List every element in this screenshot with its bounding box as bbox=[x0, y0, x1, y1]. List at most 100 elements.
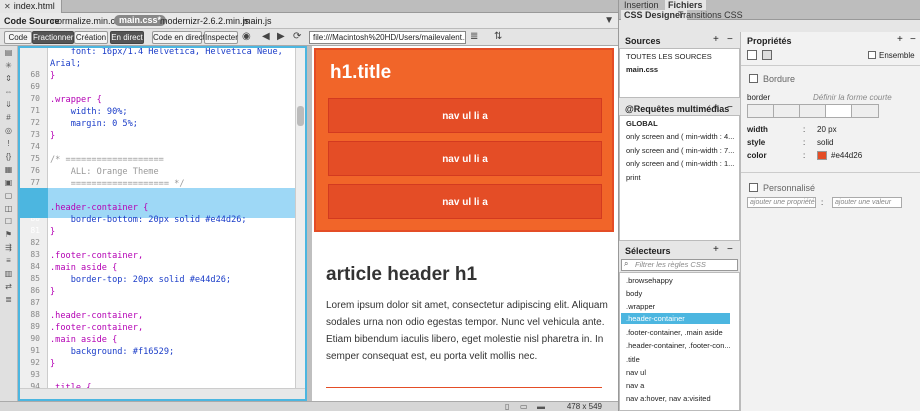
add-media-icon[interactable]: + bbox=[713, 102, 719, 113]
remove-property-icon[interactable]: − bbox=[910, 34, 916, 45]
border-all-icon[interactable] bbox=[748, 105, 774, 117]
add-value-field[interactable]: ajouter une valeur bbox=[832, 197, 902, 208]
add-selector-icon[interactable]: + bbox=[713, 244, 719, 255]
balance-braces-icon[interactable]: ⇓ bbox=[0, 100, 17, 111]
border-right-icon[interactable] bbox=[800, 105, 826, 117]
sort-arrows-icon[interactable]: ⇅ bbox=[494, 30, 502, 44]
code-line[interactable]: } bbox=[50, 226, 55, 238]
media-query-item[interactable]: only screen and ( min-width : 7... bbox=[626, 146, 734, 155]
collapse-tag-icon[interactable]: ✳ bbox=[0, 61, 17, 72]
selector-item[interactable]: nav ul bbox=[626, 368, 646, 377]
expand-all-icon[interactable]: ⇕ bbox=[0, 74, 17, 85]
selector-item[interactable]: .footer-container, .main aside bbox=[626, 328, 723, 337]
wrap-tag-icon[interactable]: ▢ bbox=[0, 191, 17, 202]
show-set-checkbox[interactable] bbox=[868, 51, 876, 59]
header-container[interactable]: h1.title nav ul li a nav ul li a nav ul … bbox=[314, 48, 614, 232]
code-line[interactable]: background: #f16529; bbox=[50, 346, 175, 358]
indent-icon[interactable]: ⚑ bbox=[0, 230, 17, 241]
code-line[interactable]: } bbox=[50, 130, 55, 142]
source-all[interactable]: TOUTES LES SOURCES bbox=[626, 52, 712, 61]
code-line[interactable]: ALL: Orange Theme bbox=[50, 166, 159, 178]
apply-comment-icon[interactable]: ▦ bbox=[0, 165, 17, 176]
mobile-size-icon[interactable]: ▯ bbox=[505, 402, 509, 411]
selector-item-selected[interactable]: .header-container bbox=[621, 313, 730, 324]
add-property-icon[interactable]: + bbox=[897, 34, 903, 45]
syntax-error-icon[interactable]: ! bbox=[0, 139, 17, 150]
remove-selector-icon[interactable]: − bbox=[727, 244, 733, 255]
code-line[interactable]: width: 90%; bbox=[50, 106, 128, 118]
move-css-icon[interactable]: ☐ bbox=[0, 217, 17, 228]
tab-insertion[interactable]: Insertion bbox=[621, 0, 662, 10]
document-tab[interactable]: ✕ index.html bbox=[0, 0, 62, 13]
code-line[interactable]: } bbox=[50, 358, 55, 370]
media-query-item[interactable]: only screen and ( min-width : 4... bbox=[626, 132, 734, 141]
live-options-icon[interactable]: ≣ bbox=[470, 30, 478, 44]
live-view-button[interactable]: En direct bbox=[110, 31, 144, 44]
remove-source-icon[interactable]: − bbox=[727, 34, 733, 45]
code-line[interactable]: /* =================== bbox=[50, 154, 164, 166]
border-left-icon[interactable] bbox=[852, 105, 878, 117]
selector-item[interactable]: nav a bbox=[626, 381, 644, 390]
border-top-icon[interactable] bbox=[774, 105, 800, 117]
close-tab-icon[interactable]: ✕ bbox=[4, 2, 11, 11]
tablet-size-icon[interactable]: ▭ bbox=[520, 402, 528, 411]
style-value[interactable]: solid bbox=[817, 138, 833, 147]
width-value[interactable]: 20 px bbox=[817, 125, 837, 134]
related-file-main-js[interactable]: main.js bbox=[243, 13, 272, 29]
selector-item[interactable]: .wrapper bbox=[626, 302, 655, 311]
more-tools-icon[interactable]: ⇄ bbox=[0, 282, 17, 293]
selector-item[interactable]: .header-container, .footer-con... bbox=[626, 341, 731, 350]
code-horizontal-scrollbar[interactable] bbox=[20, 388, 305, 399]
word-wrap-icon[interactable]: {} bbox=[0, 152, 17, 163]
code-line[interactable]: .footer-container, bbox=[50, 250, 143, 262]
remove-comment-icon[interactable]: ▣ bbox=[0, 178, 17, 189]
related-file-main-css[interactable]: main.css* bbox=[114, 15, 167, 26]
code-hints-icon[interactable]: ▥ bbox=[0, 269, 17, 280]
article-text[interactable]: Lorem ipsum dolor sit amet, consectetur … bbox=[326, 297, 608, 365]
forward-arrow-icon[interactable]: ▶ bbox=[277, 30, 285, 44]
design-view-button[interactable]: Création bbox=[74, 31, 108, 44]
code-line[interactable]: .wrapper { bbox=[50, 94, 102, 106]
live-code-button[interactable]: Code en direct bbox=[152, 31, 205, 44]
highlight-invalid-icon[interactable]: ◎ bbox=[0, 126, 17, 137]
tools-icon[interactable]: ≣ bbox=[0, 295, 17, 306]
address-field[interactable]: file:///Macintosh%20HD/Users/mailevalent… bbox=[309, 31, 466, 44]
refresh-icon[interactable]: ⟳ bbox=[293, 30, 301, 44]
recent-snippets-icon[interactable]: ◫ bbox=[0, 204, 17, 215]
split-view-button[interactable]: Fractionner bbox=[32, 31, 74, 44]
layout-category-icon[interactable] bbox=[747, 50, 757, 60]
code-line[interactable]: } bbox=[50, 286, 55, 298]
outdent-icon[interactable]: ⇶ bbox=[0, 243, 17, 254]
code-line[interactable]: margin: 0 5%; bbox=[50, 118, 138, 130]
media-query-item[interactable]: only screen and ( min-width : 1... bbox=[626, 159, 734, 168]
add-property-field[interactable]: ajouter une propriété bbox=[747, 197, 816, 208]
code-line[interactable]: border-bottom: 20px solid #e44d26; bbox=[50, 214, 247, 226]
selector-filter-input[interactable]: Filtrer les règles CSS bbox=[621, 259, 738, 271]
code-view-button[interactable]: Code bbox=[4, 31, 32, 44]
article-heading[interactable]: article header h1 bbox=[326, 264, 477, 286]
page-title[interactable]: h1.title bbox=[330, 62, 391, 84]
remove-media-icon[interactable]: − bbox=[727, 102, 733, 113]
color-swatch[interactable] bbox=[817, 151, 827, 160]
format-source-icon[interactable]: ≡ bbox=[0, 256, 17, 267]
related-file-modernizr[interactable]: modernizr-2.6.2.min.js bbox=[160, 13, 249, 29]
code-line[interactable]: .header-container, bbox=[50, 310, 143, 322]
code-line[interactable]: } bbox=[50, 70, 55, 82]
filter-icon[interactable]: ▼ bbox=[604, 13, 614, 29]
border-category-icon[interactable] bbox=[762, 50, 772, 60]
code-line[interactable]: font: 16px/1.4 Helvetica, Helvetica Neue… bbox=[50, 48, 283, 58]
code-line[interactable]: .footer-container, bbox=[50, 322, 143, 334]
back-arrow-icon[interactable]: ◀ bbox=[262, 30, 270, 44]
selector-item[interactable]: body bbox=[626, 289, 642, 298]
selector-item[interactable]: .browsehappy bbox=[626, 276, 673, 285]
window-size-readout[interactable]: 478 x 549 bbox=[567, 402, 602, 411]
color-value[interactable]: #e44d26 bbox=[831, 151, 862, 160]
nav-link[interactable]: nav ul li a bbox=[328, 98, 602, 133]
code-line[interactable]: border-top: 20px solid #e44d26; bbox=[50, 274, 231, 286]
code-view-pane[interactable]: 6869707172737475767778798081828384858687… bbox=[18, 46, 307, 401]
desktop-size-icon[interactable]: ▬ bbox=[537, 402, 545, 411]
tab-css-transitions[interactable]: Transitions CSS bbox=[675, 10, 746, 20]
media-global[interactable]: GLOBAL bbox=[626, 119, 658, 128]
media-print[interactable]: print bbox=[626, 173, 641, 182]
code-scroll-thumb[interactable] bbox=[297, 106, 304, 126]
